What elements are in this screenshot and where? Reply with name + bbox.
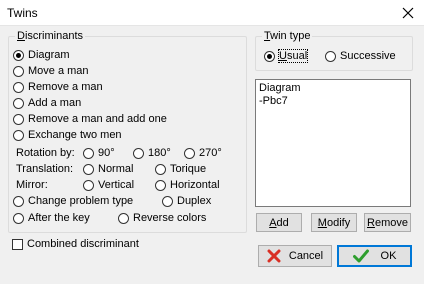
- radio-label: Add a man: [28, 97, 82, 109]
- radio-reverse-colors[interactable]: Reverse colors: [118, 211, 206, 225]
- twin-list[interactable]: Diagram -Pbc7: [255, 79, 411, 207]
- radio-button: [13, 212, 24, 224]
- checkbox-box: [12, 238, 23, 250]
- radio-add-a-man[interactable]: Add a man: [13, 96, 81, 110]
- check-icon: [352, 249, 369, 263]
- radio-button: [325, 50, 336, 62]
- checkbox-label: Combined discriminant: [27, 238, 139, 250]
- radio-label: Vertical: [98, 179, 135, 191]
- mirror-label: Mirror:: [16, 179, 48, 191]
- radio-label: Horizontal: [170, 179, 220, 191]
- radio-mirror-horizontal[interactable]: Horizontal: [155, 178, 220, 192]
- rotation-label: Rotation by:: [16, 147, 75, 159]
- radio-remove-a-man[interactable]: Remove a man: [13, 80, 103, 94]
- radio-mirror-vertical[interactable]: Vertical: [83, 178, 134, 192]
- window-title: Twins: [7, 6, 38, 20]
- radio-label: Change problem type: [28, 195, 134, 207]
- radio-duplex[interactable]: Duplex: [162, 194, 211, 208]
- radio-label: 90°: [98, 147, 115, 159]
- radio-button: [155, 179, 166, 191]
- radio-button: [133, 147, 144, 159]
- combined-discriminant-checkbox[interactable]: Combined discriminant: [12, 237, 139, 251]
- radio-diagram[interactable]: Diagram: [13, 48, 70, 62]
- list-item[interactable]: -Pbc7: [259, 95, 407, 108]
- radio-button: [162, 195, 173, 207]
- radio-label: Normal: [98, 163, 134, 175]
- radio-button: [13, 81, 24, 93]
- radio-label: Diagram: [28, 49, 70, 61]
- radio-button: [13, 195, 24, 207]
- radio-twin-successive[interactable]: Successive: [325, 49, 396, 63]
- radio-button: [13, 97, 24, 109]
- cancel-x-icon: [267, 249, 281, 263]
- translation-label: Translation:: [16, 163, 74, 175]
- radio-label: Exchange two men: [28, 129, 122, 141]
- remove-button[interactable]: Remove: [364, 213, 411, 232]
- radio-label: Move a man: [28, 65, 89, 77]
- radio-label: After the key: [28, 212, 90, 224]
- radio-after-the-key[interactable]: After the key: [13, 211, 90, 225]
- cancel-button[interactable]: Cancel: [258, 245, 332, 267]
- radio-label: Remove a man: [28, 81, 103, 93]
- radio-button: [264, 50, 275, 62]
- radio-exchange-two-men[interactable]: Exchange two men: [13, 128, 122, 142]
- radio-button: [155, 163, 166, 175]
- close-icon: [402, 7, 414, 18]
- list-item[interactable]: Diagram: [259, 82, 407, 95]
- modify-button-label: Modify: [317, 216, 351, 229]
- radio-button: [13, 113, 24, 125]
- radio-label: Usual: [277, 49, 309, 63]
- cancel-button-label: Cancel: [288, 250, 324, 262]
- ok-button[interactable]: OK: [337, 245, 412, 267]
- radio-button: [118, 212, 129, 224]
- close-button[interactable]: [392, 0, 424, 25]
- radio-remove-and-add[interactable]: Remove a man and add one: [13, 112, 167, 126]
- radio-label: Remove a man and add one: [28, 113, 167, 125]
- radio-move-a-man[interactable]: Move a man: [13, 64, 89, 78]
- radio-label: Duplex: [177, 195, 212, 207]
- radio-label: Torique: [170, 163, 207, 175]
- radio-twin-usual[interactable]: Usual: [264, 49, 309, 63]
- radio-label: Reverse colors: [133, 212, 207, 224]
- add-button[interactable]: Add: [256, 213, 302, 232]
- radio-button: [83, 179, 94, 191]
- radio-button: [83, 163, 94, 175]
- radio-translation-torique[interactable]: Torique: [155, 162, 206, 176]
- radio-button: [13, 49, 24, 61]
- title-bar: Twins: [0, 0, 424, 26]
- radio-change-problem-type[interactable]: Change problem type: [13, 194, 133, 208]
- radio-rotation-90[interactable]: 90°: [83, 146, 115, 160]
- twin-type-group-label: Twin type: [262, 29, 313, 43]
- radio-translation-normal[interactable]: Normal: [83, 162, 133, 176]
- twins-dialog: Twins Discriminants Diagram Move a man R…: [0, 0, 424, 284]
- radio-button: [13, 129, 24, 141]
- remove-button-label: Remove: [367, 216, 408, 229]
- radio-rotation-270[interactable]: 270°: [184, 146, 222, 160]
- radio-rotation-180[interactable]: 180°: [133, 146, 171, 160]
- radio-label: 270°: [199, 147, 222, 159]
- ok-button-label: OK: [380, 250, 397, 262]
- add-button-label: Add: [269, 216, 289, 229]
- discriminants-group-label: Discriminants: [15, 29, 86, 43]
- radio-button: [13, 65, 24, 77]
- modify-button[interactable]: Modify: [311, 213, 357, 232]
- radio-button: [83, 147, 94, 159]
- radio-label: Successive: [340, 50, 396, 62]
- radio-button: [184, 147, 195, 159]
- radio-label: 180°: [148, 147, 171, 159]
